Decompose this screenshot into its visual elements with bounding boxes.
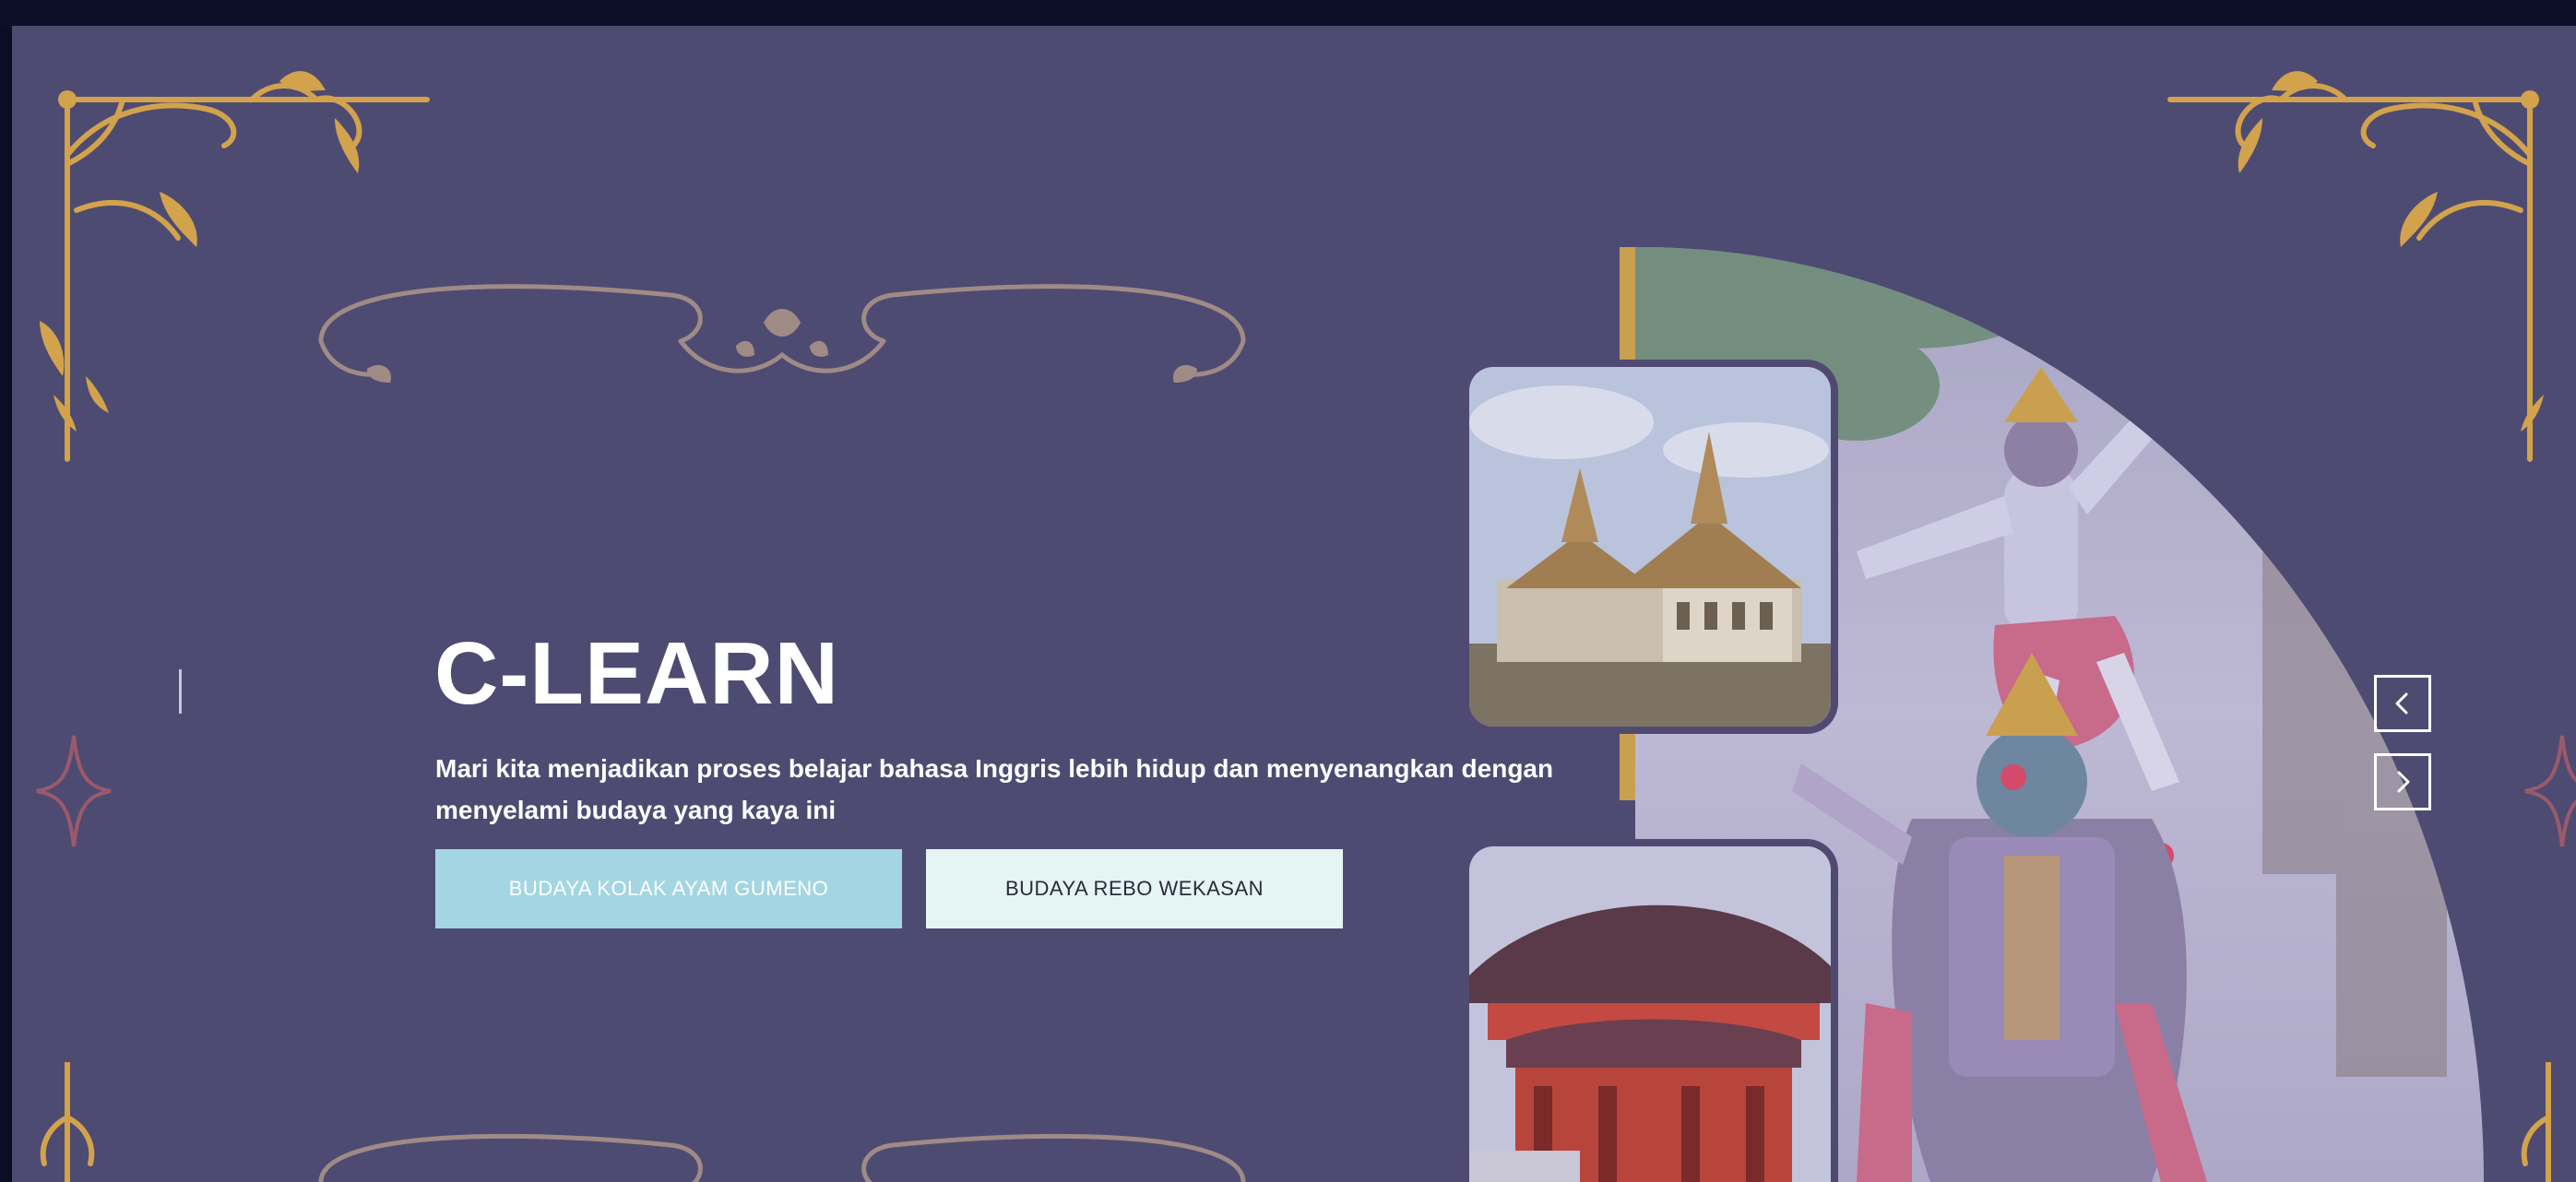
corner-ornament-bottom-left — [40, 1062, 95, 1182]
hero-title: C-LEARN — [434, 624, 839, 723]
flourish-bottom — [318, 1133, 1246, 1182]
thai-palace-image — [1469, 367, 1831, 727]
flourish-top — [318, 284, 1246, 383]
hero-description: Mari kita menjadikan proses belajar baha… — [435, 754, 1554, 824]
rebo-wekasan-button[interactable]: BUDAYA REBO WEKASAN — [926, 849, 1343, 928]
corner-ornament-top-left — [40, 71, 430, 462]
divider-tick — [179, 669, 182, 714]
chevron-right-icon — [2397, 771, 2410, 793]
browser-top-edge — [0, 0, 2576, 26]
star-ornament-right — [2524, 735, 2576, 847]
star-ornament-left — [36, 735, 112, 847]
hero-section: C-LEARN Mari kita menjadikan proses bela… — [12, 26, 2576, 1182]
kolak-ayam-gumeno-button[interactable]: BUDAYA KOLAK AYAM GUMENO — [435, 849, 902, 928]
carousel-next-button[interactable] — [2374, 753, 2431, 810]
carousel-prev-button[interactable] — [2374, 675, 2431, 732]
chevron-left-icon — [2395, 692, 2408, 715]
japanese-shrine-image — [1469, 846, 1831, 1182]
thai-palace-illustration — [1469, 367, 1831, 727]
japanese-shrine-illustration — [1469, 846, 1831, 1182]
culture-image-collage — [1451, 247, 2484, 1182]
